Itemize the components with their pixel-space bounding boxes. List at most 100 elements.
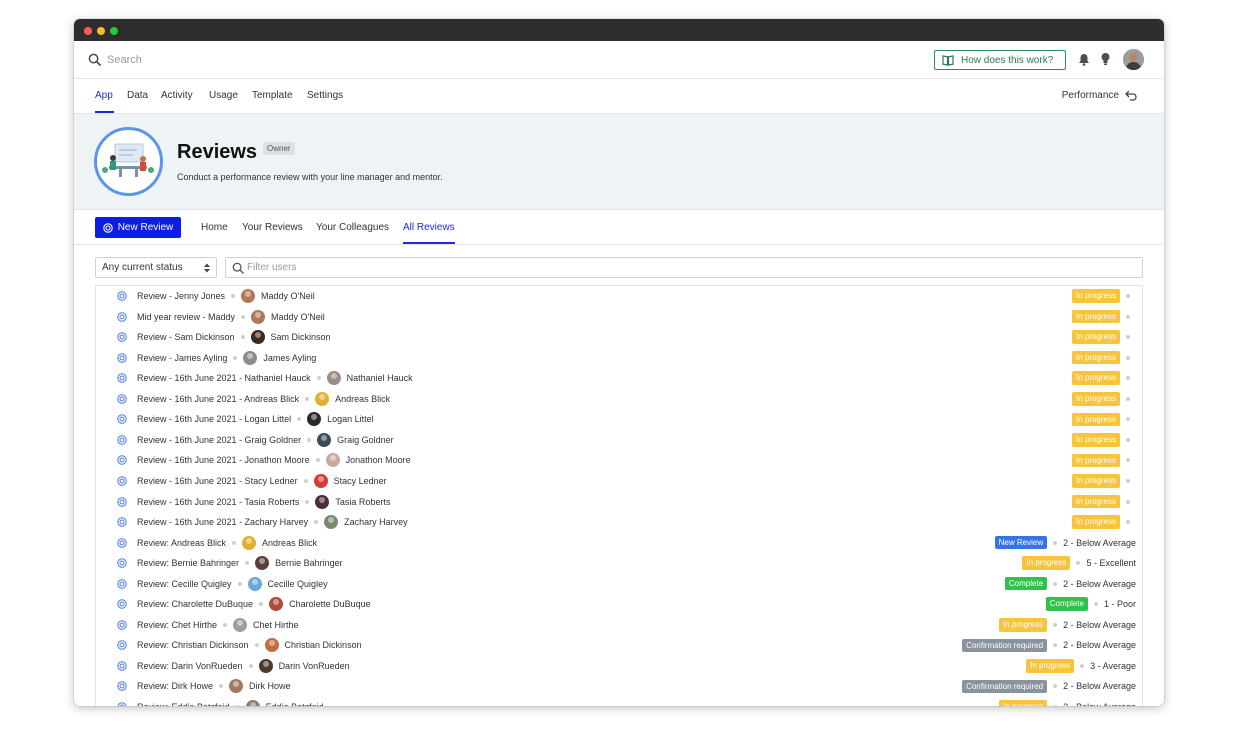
review-info: Review - James Ayling James Ayling (137, 348, 316, 368)
review-status-area: New Review 2 - Below Average (994, 533, 1136, 553)
status-filter-value: Any current status (102, 262, 183, 273)
review-info: Review - 16th June 2021 - Zachary Harvey… (137, 512, 408, 532)
review-info: Review - Jenny Jones Maddy O'Neil (137, 286, 315, 306)
list-item[interactable]: Review - 16th June 2021 - Nathaniel Hauc… (96, 368, 1142, 388)
main-nav: App Data Activity Usage Template Setting… (74, 79, 1164, 114)
separator-dot (316, 376, 321, 381)
review-status-area: In progress (1071, 286, 1136, 306)
review-info: Review: Darin VonRueden Darin VonRueden (137, 656, 350, 676)
tab-data[interactable]: Data (127, 90, 148, 101)
review-info: Review: Cecille Quigley Cecille Quigley (137, 574, 328, 594)
review-title[interactable]: Review - 16th June 2021 - Tasia Roberts (137, 497, 299, 507)
review-title[interactable]: Review: Cecille Quigley (137, 579, 232, 589)
list-item[interactable]: Review: Darin VonRueden Darin VonRueden In… (96, 656, 1142, 676)
list-item[interactable]: Review - 16th June 2021 - Andreas Blick A… (96, 389, 1142, 409)
user-avatar[interactable] (1123, 49, 1144, 70)
review-status-area: In progress (1071, 307, 1136, 327)
status-badge: In progress (1071, 453, 1120, 468)
review-info: Review - 16th June 2021 - Logan Littel Lo… (137, 409, 374, 429)
bell-icon[interactable] (1078, 53, 1090, 66)
review-title[interactable]: Review - 16th June 2021 - Zachary Harvey (137, 517, 308, 527)
avatar (264, 638, 279, 653)
tab-settings[interactable]: Settings (307, 90, 343, 101)
list-item[interactable]: Mid year review - Maddy Maddy O'Neil In pr… (96, 307, 1142, 327)
review-title[interactable]: Review: Darin VonRueden (137, 661, 243, 671)
separator-dot (1053, 581, 1058, 586)
avatar (247, 576, 262, 591)
filter-users-input[interactable] (247, 260, 647, 275)
list-item[interactable]: Review - 16th June 2021 - Graig Goldner G… (96, 430, 1142, 450)
review-info: Review: Dirk Howe Dirk Howe (137, 676, 291, 696)
new-review-label: New Review (117, 222, 174, 233)
lightbulb-icon[interactable] (1100, 52, 1111, 66)
list-item[interactable]: Review - James Ayling James Ayling In prog… (96, 348, 1142, 368)
maximize-window-button[interactable] (110, 27, 118, 35)
how-does-this-work-button[interactable]: How does this work? (934, 50, 1066, 70)
tab-template[interactable]: Template (252, 90, 293, 101)
review-title[interactable]: Review - 16th June 2021 - Nathaniel Hauc… (137, 373, 311, 383)
review-title[interactable]: Review - Sam Dickinson (137, 332, 235, 342)
review-title[interactable]: Review - 16th June 2021 - Stacy Ledner (137, 476, 298, 486)
list-item[interactable]: Review - 16th June 2021 - Logan Littel Lo… (96, 409, 1142, 429)
list-item[interactable]: Review: Chet Hirthe Chet Hirthe In progres… (96, 615, 1142, 635)
review-title[interactable]: Review: Chet Hirthe (137, 620, 217, 630)
search-input[interactable] (107, 51, 407, 69)
separator-dot (1053, 540, 1058, 545)
status-badge: New Review (994, 535, 1048, 550)
review-title[interactable]: Review - 16th June 2021 - Andreas Blick (137, 394, 299, 404)
separator-dot (1126, 376, 1130, 381)
review-title[interactable]: Review - 16th June 2021 - Graig Goldner (137, 435, 301, 445)
list-item[interactable]: Review - 16th June 2021 - Stacy Ledner St… (96, 471, 1142, 491)
tab-activity[interactable]: Activity (161, 90, 193, 101)
minimize-window-button[interactable] (97, 27, 105, 35)
review-title[interactable]: Review: Andreas Blick (137, 538, 226, 548)
list-item[interactable]: Review - Sam Dickinson Sam Dickinson In pr… (96, 327, 1142, 347)
tab-app[interactable]: App (95, 90, 113, 101)
list-item[interactable]: Review: Christian Dickinson Christian Dic… (96, 635, 1142, 655)
list-item[interactable]: Review - Jenny Jones Maddy O'Neil In progr… (96, 286, 1142, 306)
status-badge: In progress (1071, 515, 1120, 529)
tab-home[interactable]: Home (201, 222, 228, 233)
separator-dot (1126, 355, 1130, 360)
separator-dot (1126, 520, 1130, 525)
target-icon (117, 291, 127, 301)
tab-all-reviews[interactable]: All Reviews (403, 222, 455, 233)
avatar (229, 679, 244, 694)
separator-dot (231, 294, 236, 298)
status-badge: Complete (1045, 597, 1088, 612)
list-item[interactable]: Review - 16th June 2021 - Tasia Roberts T… (96, 492, 1142, 512)
status-badge: In progress (1071, 474, 1120, 488)
review-title[interactable]: Review: Eddie Batzfeid (137, 702, 230, 706)
rating-text: 2 - Below Average (1063, 619, 1136, 630)
reviewee-name: Dirk Howe (249, 681, 291, 692)
review-title[interactable]: Review: Bernie Bahringer (137, 558, 239, 568)
separator-dot (1053, 684, 1058, 689)
close-window-button[interactable] (84, 27, 92, 35)
performance-label: Performance (1061, 90, 1119, 101)
tab-usage[interactable]: Usage (209, 90, 238, 101)
review-title[interactable]: Review: Christian Dickinson (137, 640, 249, 650)
list-item[interactable]: Review: Bernie Bahringer Bernie Bahringer… (96, 553, 1142, 573)
new-review-button[interactable]: New Review (95, 217, 181, 238)
filter-users-field[interactable] (225, 257, 1143, 278)
list-item[interactable]: Review - 16th June 2021 - Zachary Harvey… (96, 512, 1142, 532)
list-item[interactable]: Review: Dirk Howe Dirk Howe Confirmation r… (96, 676, 1142, 696)
list-item[interactable]: Review - 16th June 2021 - Jonathon Moore… (96, 450, 1142, 470)
review-title[interactable]: Review - Jenny Jones (137, 291, 225, 301)
list-item[interactable]: Review: Eddie Batzfeid Eddie Batzfeid In p… (96, 697, 1142, 706)
review-status-area: In progress (1071, 450, 1136, 470)
tab-your-reviews[interactable]: Your Reviews (242, 222, 303, 233)
performance-link[interactable]: Performance (1062, 90, 1137, 101)
reviewee-name: Sam Dickinson (270, 332, 331, 343)
review-title[interactable]: Review: Dirk Howe (137, 681, 213, 691)
list-item[interactable]: Review: Andreas Blick Andreas Blick New Re… (96, 533, 1142, 553)
list-item[interactable]: Review: Cecille Quigley Cecille Quigley Co… (96, 574, 1142, 594)
tab-your-colleagues[interactable]: Your Colleagues (316, 222, 389, 233)
review-title[interactable]: Review: Charolette DuBuque (137, 599, 253, 609)
review-title[interactable]: Review - James Ayling (137, 353, 227, 363)
list-item[interactable]: Review: Charolette DuBuque Charolette DuB… (96, 594, 1142, 614)
review-title[interactable]: Mid year review - Maddy (137, 312, 235, 322)
review-title[interactable]: Review - 16th June 2021 - Jonathon Moore (137, 455, 310, 465)
status-filter-select[interactable]: Any current status (95, 257, 217, 278)
review-title[interactable]: Review - 16th June 2021 - Logan Littel (137, 414, 291, 424)
